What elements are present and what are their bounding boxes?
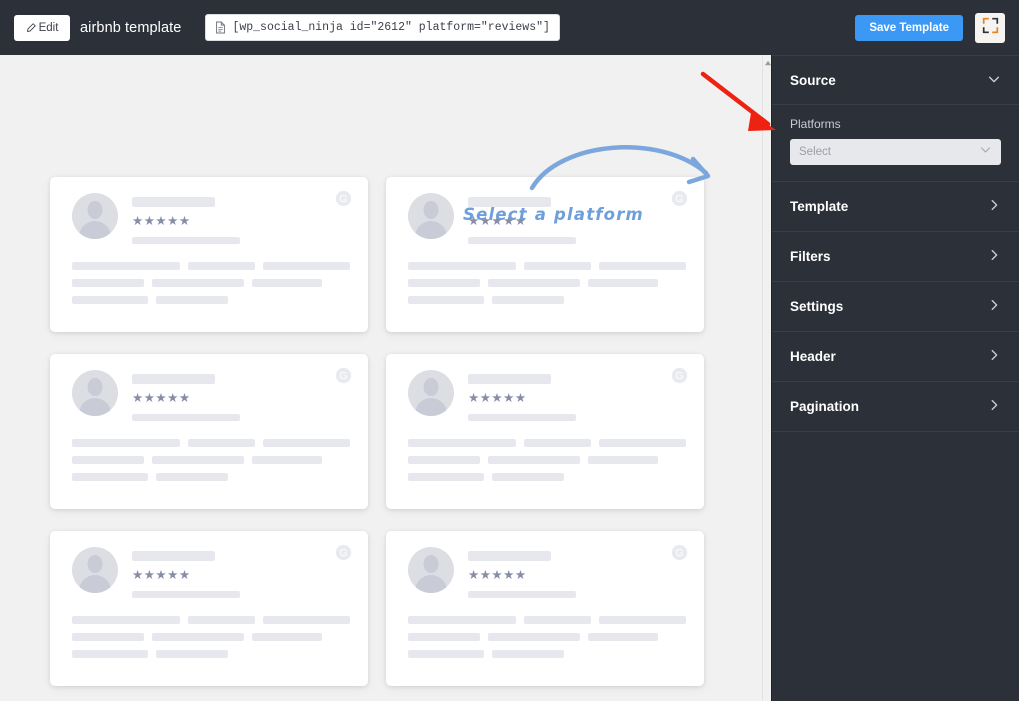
sidebar-section-pagination[interactable]: Pagination — [772, 382, 1019, 432]
sidebar-section-header[interactable]: Header — [772, 332, 1019, 382]
chevron-right-icon — [987, 398, 1001, 415]
review-date-placeholder — [468, 590, 576, 598]
review-card[interactable]: G ★★★★★ — [386, 177, 704, 332]
avatar — [72, 193, 118, 239]
rating-stars: ★★★★★ — [468, 390, 527, 405]
fullscreen-button[interactable] — [975, 12, 1005, 43]
settings-sidebar: Source Platforms Select Template Filters — [771, 55, 1019, 701]
avatar — [408, 193, 454, 239]
sidebar-section-header-label: Header — [790, 349, 836, 364]
sidebar-section-filters[interactable]: Filters — [772, 232, 1019, 282]
svg-text:G: G — [340, 548, 348, 559]
save-template-button[interactable]: Save Template — [855, 14, 963, 41]
reviewer-name-placeholder — [132, 374, 215, 384]
review-card-meta: ★★★★★ — [132, 547, 240, 598]
google-g-icon: G — [671, 544, 688, 561]
review-card[interactable]: G ★★★★★ — [50, 531, 368, 686]
canvas-scrollbar[interactable] — [762, 55, 771, 701]
scroll-up-arrow-icon[interactable] — [763, 58, 771, 67]
sidebar-section-template[interactable]: Template — [772, 182, 1019, 232]
review-date-placeholder — [468, 413, 576, 421]
review-date-placeholder — [132, 236, 240, 244]
rating-stars: ★★★★★ — [132, 213, 191, 228]
review-date-placeholder — [132, 590, 240, 598]
reviewer-name-placeholder — [132, 551, 215, 561]
review-card-meta: ★★★★★ — [132, 193, 240, 244]
edit-button-label: Edit — [38, 21, 59, 34]
reviewer-name-placeholder — [468, 374, 551, 384]
chevron-right-icon — [987, 298, 1001, 315]
reviewer-name-placeholder — [468, 551, 551, 561]
google-g-icon: G — [671, 367, 688, 384]
avatar — [72, 370, 118, 416]
review-cards-grid: G ★★★★★ G ★★★★★ G ★★★★★ G ★★★★★ G ★★★★★ … — [50, 177, 720, 686]
google-g-icon: G — [335, 544, 352, 561]
page-title: airbnb template — [80, 19, 182, 36]
review-card-header: ★★★★★ — [408, 370, 686, 421]
review-card[interactable]: G ★★★★★ — [386, 531, 704, 686]
shortcode-field[interactable]: [wp_social_ninja id="2612" platform="rev… — [205, 14, 560, 41]
review-text-placeholder — [72, 438, 350, 481]
review-card-meta: ★★★★★ — [132, 370, 240, 421]
chevron-down-icon — [979, 143, 992, 161]
sidebar-section-template-label: Template — [790, 199, 849, 214]
edit-button[interactable]: Edit — [14, 14, 70, 41]
google-g-icon: G — [335, 367, 352, 384]
review-card-meta: ★★★★★ — [468, 547, 576, 598]
source-panel-body: Platforms Select — [772, 105, 1019, 182]
review-card[interactable]: G ★★★★★ — [50, 354, 368, 509]
review-text-placeholder — [408, 615, 686, 658]
sidebar-section-settings[interactable]: Settings — [772, 282, 1019, 332]
review-text-placeholder — [408, 438, 686, 481]
sidebar-section-source-label: Source — [790, 72, 836, 88]
google-g-icon: G — [335, 190, 352, 207]
avatar — [408, 370, 454, 416]
svg-text:G: G — [676, 194, 684, 205]
fullscreen-icon — [982, 17, 999, 39]
review-card[interactable]: G ★★★★★ — [50, 177, 368, 332]
google-g-icon: G — [671, 190, 688, 207]
chevron-right-icon — [987, 248, 1001, 265]
review-text-placeholder — [72, 261, 350, 304]
annotation-label: Select a platform — [463, 205, 644, 224]
svg-text:G: G — [340, 371, 348, 382]
review-card-header: ★★★★★ — [72, 370, 350, 421]
avatar — [408, 547, 454, 593]
svg-text:G: G — [676, 371, 684, 382]
chevron-right-icon — [987, 348, 1001, 365]
platforms-select-value: Select — [799, 146, 831, 158]
sidebar-section-settings-label: Settings — [790, 299, 844, 314]
review-text-placeholder — [72, 615, 350, 658]
svg-text:G: G — [676, 548, 684, 559]
review-date-placeholder — [132, 413, 240, 421]
top-toolbar: Edit airbnb template [wp_social_ninja id… — [0, 0, 1019, 55]
review-card-meta: ★★★★★ — [468, 370, 576, 421]
shortcode-text: [wp_social_ninja id="2612" platform="rev… — [232, 21, 550, 34]
sidebar-section-source[interactable]: Source — [772, 55, 1019, 105]
rating-stars: ★★★★★ — [468, 567, 527, 582]
sidebar-section-filters-label: Filters — [790, 249, 831, 264]
svg-text:G: G — [340, 194, 348, 205]
chevron-right-icon — [987, 198, 1001, 215]
review-text-placeholder — [408, 261, 686, 304]
preview-canvas: G ★★★★★ G ★★★★★ G ★★★★★ G ★★★★★ G ★★★★★ … — [0, 55, 771, 701]
pencil-icon — [26, 22, 36, 33]
reviewer-name-placeholder — [132, 197, 215, 207]
toolbar-actions: Save Template — [855, 12, 1005, 43]
review-card-header: ★★★★★ — [72, 547, 350, 598]
document-icon — [215, 21, 226, 34]
avatar — [72, 547, 118, 593]
platforms-label: Platforms — [790, 117, 841, 131]
platforms-select[interactable]: Select — [790, 139, 1001, 165]
review-card[interactable]: G ★★★★★ — [386, 354, 704, 509]
chevron-down-icon — [987, 72, 1001, 89]
sidebar-section-pagination-label: Pagination — [790, 399, 860, 414]
rating-stars: ★★★★★ — [132, 567, 191, 582]
review-card-header: ★★★★★ — [408, 547, 686, 598]
rating-stars: ★★★★★ — [132, 390, 191, 405]
template-editor-screen: Edit airbnb template [wp_social_ninja id… — [0, 0, 1019, 701]
preview-canvas-inner: G ★★★★★ G ★★★★★ G ★★★★★ G ★★★★★ G ★★★★★ … — [0, 55, 763, 701]
review-card-header: ★★★★★ — [72, 193, 350, 244]
review-date-placeholder — [468, 236, 576, 244]
